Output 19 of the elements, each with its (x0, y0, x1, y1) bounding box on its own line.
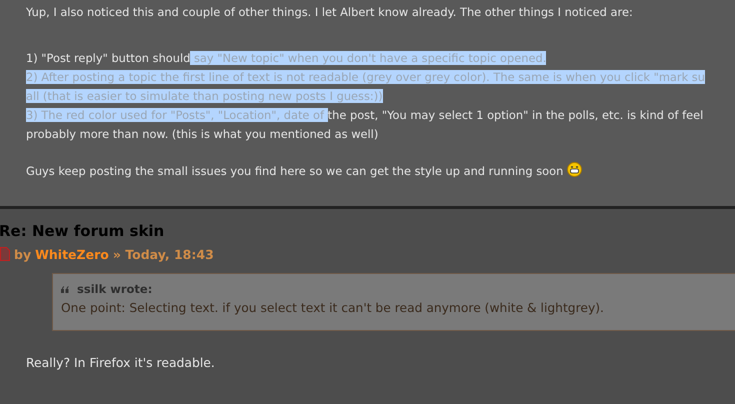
post-text: Guys keep posting the small issues you find here so we can get the style up and running soon (26, 164, 564, 178)
post-text: Yup, I also noticed this and couple of other things. I let Albert know already. The other things I noticed are: (26, 5, 633, 19)
selected-text: all (that is easier to simulate than posting new posts I guess:)) (26, 89, 383, 103)
post-text: probably more than now. (this is what you mentioned as well) (26, 127, 378, 141)
post-text: 1) "Post reply" button should (26, 51, 190, 65)
selected-text: 2) After posting a topic the first line of text is not readable (grey over grey color). The same is when you click "mark su (26, 70, 705, 84)
grin-smiley-icon (567, 162, 582, 177)
quote-text: One point: Selecting text. if you select text it can't be read anymore (white & lightgrey). (61, 300, 605, 317)
post-icon (0, 247, 10, 261)
by-label: by (14, 246, 32, 262)
selected-text: say "New topic" when you don't have a specific topic opened. (190, 51, 546, 65)
post-text: the post, "You may select 1 option" in the polls, etc. is kind of feel (328, 108, 704, 122)
selected-text: 3) The red color used for "Posts", "Location", date of (26, 108, 328, 122)
quote-mark-icon (61, 286, 69, 292)
post-date: » Today, 18:43 (112, 246, 214, 262)
quote-author: ssilk wrote: (77, 282, 152, 296)
post-text: Really? In Firefox it's readable. (26, 355, 216, 370)
author-link[interactable]: WhiteZero (35, 246, 109, 262)
post-title: Re: New forum skin (0, 221, 166, 241)
